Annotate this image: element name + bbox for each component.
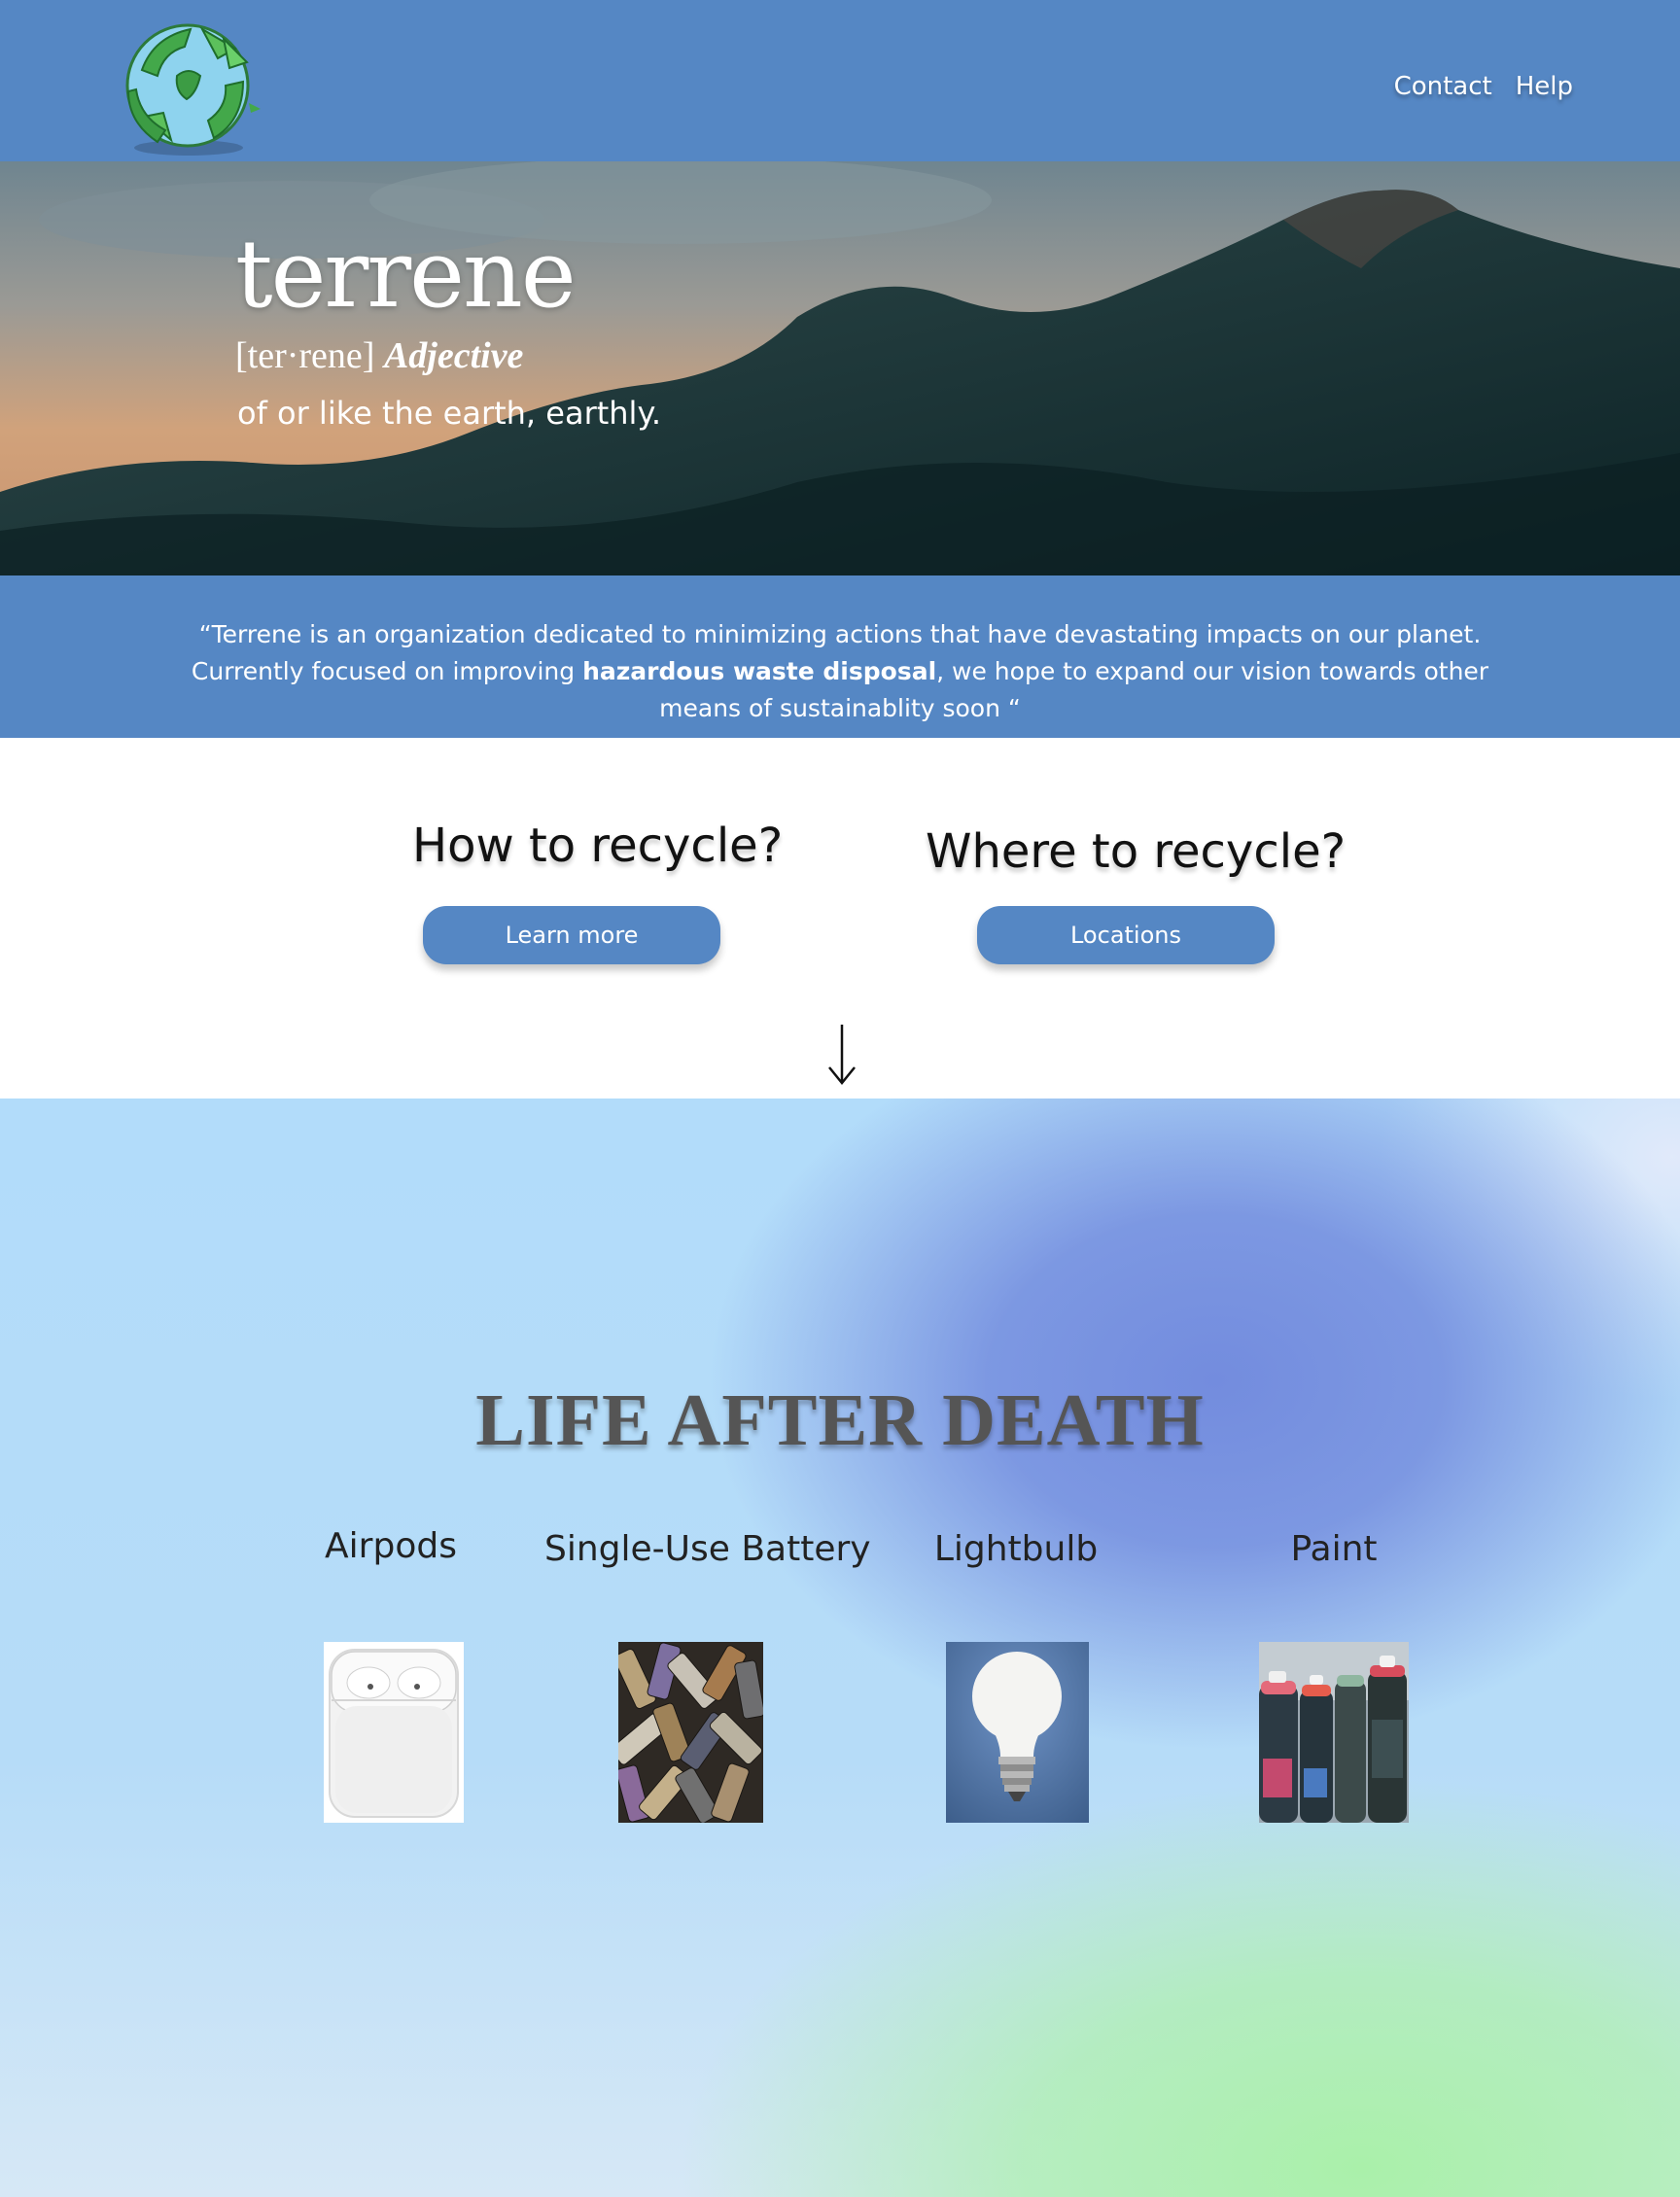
mission-statement: “Terrene is an organization dedicated to… [156, 616, 1524, 727]
top-nav: Contact Help [1394, 72, 1573, 101]
recycling-globe-logo-icon[interactable] [115, 19, 261, 160]
item-label-paint: Paint [1290, 1529, 1378, 1569]
hero-banner: terrene [ter·rene] Adjective of or like … [0, 161, 1680, 575]
lightbulb-image[interactable] [946, 1642, 1089, 1823]
item-label-battery: Single-Use Battery [544, 1529, 871, 1569]
part-of-speech: Adjective [383, 335, 524, 376]
hero-definition: of or like the earth, earthly. [237, 395, 661, 432]
pronunciation-text: [ter·rene] [235, 335, 375, 376]
item-label-lightbulb: Lightbulb [933, 1529, 1099, 1569]
hero-word: terrene [235, 220, 577, 329]
airpods-case-image[interactable] [324, 1642, 464, 1823]
locations-button[interactable]: Locations [977, 906, 1275, 964]
life-after-death-title: LIFE AFTER DEATH [475, 1379, 1205, 1461]
spray-paint-cans-image[interactable] [1259, 1642, 1409, 1823]
batteries-pile-image[interactable] [618, 1642, 763, 1823]
down-arrow-icon[interactable] [822, 1021, 861, 1089]
life-after-death-section [0, 1098, 1680, 2197]
site-header: Contact Help [0, 0, 1680, 161]
nav-link-help[interactable]: Help [1516, 72, 1573, 101]
where-to-recycle-heading: Where to recycle? [926, 824, 1347, 879]
item-label-airpods: Airpods [325, 1526, 457, 1566]
mission-highlight: hazardous waste disposal [582, 657, 937, 685]
learn-more-button[interactable]: Learn more [423, 906, 720, 964]
mission-statement-band: “Terrene is an organization dedicated to… [0, 575, 1680, 738]
hero-pronunciation: [ter·rene] Adjective [235, 334, 523, 377]
nav-link-contact[interactable]: Contact [1394, 72, 1492, 101]
how-to-recycle-heading: How to recycle? [412, 819, 784, 873]
